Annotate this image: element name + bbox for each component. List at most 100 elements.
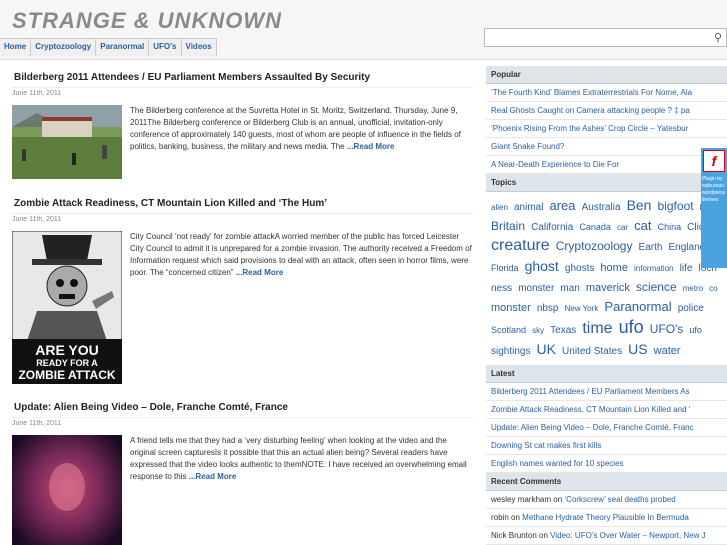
site-title[interactable]: STRANGE & UNKNOWN [12,8,282,34]
comment-post-link[interactable]: Methane Hydrate Theory Plausible In Berm… [522,513,689,522]
tag-link[interactable]: UK [537,341,556,357]
tag-link[interactable]: New York [565,304,599,313]
tag-link[interactable]: monster [491,302,531,314]
tag-link[interactable]: Australia [582,202,621,213]
post-date: June 11th, 2011 [12,87,474,99]
popular-item[interactable]: Real Ghosts Caught on Camera attacking p… [486,102,727,120]
main-content: Bilderberg 2011 Attendees / EU Parliamen… [0,64,480,545]
tag-link[interactable]: creature [491,237,550,254]
tag-link[interactable]: England [669,242,706,253]
post-thumbnail[interactable]: ARE YOU READY FOR A ZOMBIE ATTACK [12,231,122,384]
flash-icon[interactable]: f [703,150,725,172]
tag-link[interactable]: UFO's [650,322,684,336]
latest-item[interactable]: English names wanted for 10 species [486,455,727,473]
nav-ufos[interactable]: UFO's [149,39,182,56]
search-icon[interactable]: ⚲ [714,31,722,44]
read-more-link[interactable]: ...Read More [189,472,237,481]
post-title[interactable]: Update: Alien Being Video – Dole, Franch… [14,402,474,413]
tag-link[interactable]: Paranormal [604,299,671,314]
popular-heading: Popular [486,66,727,84]
tag-link[interactable]: maverick [586,282,630,294]
comment-author: robin [491,513,509,522]
comment-post-link[interactable]: Video: UFO’s Over Water – Newport, New J [550,531,705,540]
tag-link[interactable]: Texas [550,325,576,336]
post-date: June 11th, 2011 [12,417,474,429]
tag-link[interactable]: home [600,262,628,274]
tag-link[interactable]: cat [634,218,651,233]
poster-line1: ARE YOU [35,342,99,358]
tag-link[interactable]: Canada [579,222,611,232]
nav-videos[interactable]: Videos [181,39,217,56]
search-input[interactable]: ⚲ [484,28,727,47]
tag-link[interactable]: ghost [525,258,559,274]
post-thumbnail[interactable] [12,435,122,545]
tag-link[interactable]: area [550,198,576,213]
post-title[interactable]: Zombie Attack Readiness, CT Mountain Lio… [14,198,474,209]
tag-link[interactable]: US [628,341,647,357]
post-excerpt: City Council ‘not ready’ for zombie atta… [130,232,472,277]
tag-link[interactable]: ness [491,283,512,294]
post-title[interactable]: Bilderberg 2011 Attendees / EU Parliamen… [14,72,474,83]
tag-link[interactable]: monster [518,283,554,294]
tag-link[interactable]: life [680,263,693,274]
tag-link[interactable]: science [636,280,677,294]
read-more-link[interactable]: ...Read More [347,142,395,151]
tag-link[interactable]: ufo [689,325,702,335]
tag-link[interactable]: ufo [619,317,644,337]
tag-link[interactable]: information [634,264,674,273]
flash-plugin-widget[interactable]: f Plugin by wpbureau wordpress themes [701,148,727,268]
tag-link[interactable]: water [654,345,681,357]
comment-item: wesley markham on ‘Corkscrew’ seal death… [486,491,727,509]
comment-post-link[interactable]: ‘Corkscrew’ seal deaths probed [564,495,675,504]
latest-item[interactable]: Bilderberg 2011 Attendees / EU Parliamen… [486,383,727,401]
comment-item: robin on Methane Hydrate Theory Plausibl… [486,509,727,527]
comment-author: wesley markham [491,495,552,504]
tag-link[interactable]: nbsp [537,303,559,314]
tag-link[interactable]: police [678,303,704,314]
post-thumbnail[interactable] [12,105,122,179]
tag-link[interactable]: Scotland [491,325,526,335]
post-item: Update: Alien Being Video – Dole, Franch… [12,402,474,545]
tag-link[interactable]: Earth [639,242,663,253]
post-excerpt: The Bilderberg conference at the Suvrett… [130,106,461,151]
tag-link[interactable]: sky [532,326,544,335]
popular-list: ‘The Fourth Kind’ Blames Extraterrestria… [486,84,727,174]
tag-link[interactable]: Florida [491,263,519,273]
read-more-link[interactable]: ...Read More [236,268,284,277]
post-item: Zombie Attack Readiness, CT Mountain Lio… [12,198,474,384]
nav-home[interactable]: Home [0,39,32,56]
tag-link[interactable]: alien [491,203,508,212]
comment-item: Nick Brunton on Video: UFO’s Over Water … [486,527,727,545]
tag-link[interactable]: co [709,284,717,293]
tag-link[interactable]: Cryptozoology [556,239,633,253]
site-header: STRANGE & UNKNOWN Home Cryptozoology Par… [0,0,727,60]
latest-item[interactable]: Update: Alien Being Video – Dole, Franch… [486,419,727,437]
popular-item[interactable]: A Near-Death Experience to Die For [486,156,727,174]
tag-link[interactable]: California [531,222,573,233]
nav-paranormal[interactable]: Paranormal [96,39,150,56]
popular-item[interactable]: Giant Snake Found? [486,138,727,156]
post-excerpt: A friend tells me that they had a ‘very … [130,436,467,481]
latest-item[interactable]: Zombie Attack Readiness, CT Mountain Lio… [486,401,727,419]
tag-link[interactable]: time [582,320,612,337]
tag-link[interactable]: sightings [491,346,530,357]
tag-link[interactable]: United States [562,346,622,357]
popular-item[interactable]: ‘Phoenix Rising From the Ashes’ Crop Cir… [486,120,727,138]
tag-link[interactable]: bigfoot [658,199,694,213]
sidebar: Popular ‘The Fourth Kind’ Blames Extrate… [486,66,727,545]
tag-cloud: alien animal area Australia Ben bigfoot … [486,192,727,365]
tag-link[interactable]: ghosts [565,263,594,274]
popular-item[interactable]: ‘The Fourth Kind’ Blames Extraterrestria… [486,84,727,102]
tag-link[interactable]: Britain [491,219,525,233]
tag-link[interactable]: man [560,283,579,294]
topics-heading: Topics [486,174,727,192]
tag-link[interactable]: metro [683,284,703,293]
tag-link[interactable]: China [658,222,682,232]
nav-cryptozoology[interactable]: Cryptozoology [31,39,97,56]
latest-list: Bilderberg 2011 Attendees / EU Parliamen… [486,383,727,473]
tag-link[interactable]: Ben [627,197,652,213]
tag-link[interactable]: car [617,223,628,232]
latest-item[interactable]: Downing St cat makes first kills [486,437,727,455]
post-item: Bilderberg 2011 Attendees / EU Parliamen… [12,72,474,179]
tag-link[interactable]: animal [514,202,543,213]
